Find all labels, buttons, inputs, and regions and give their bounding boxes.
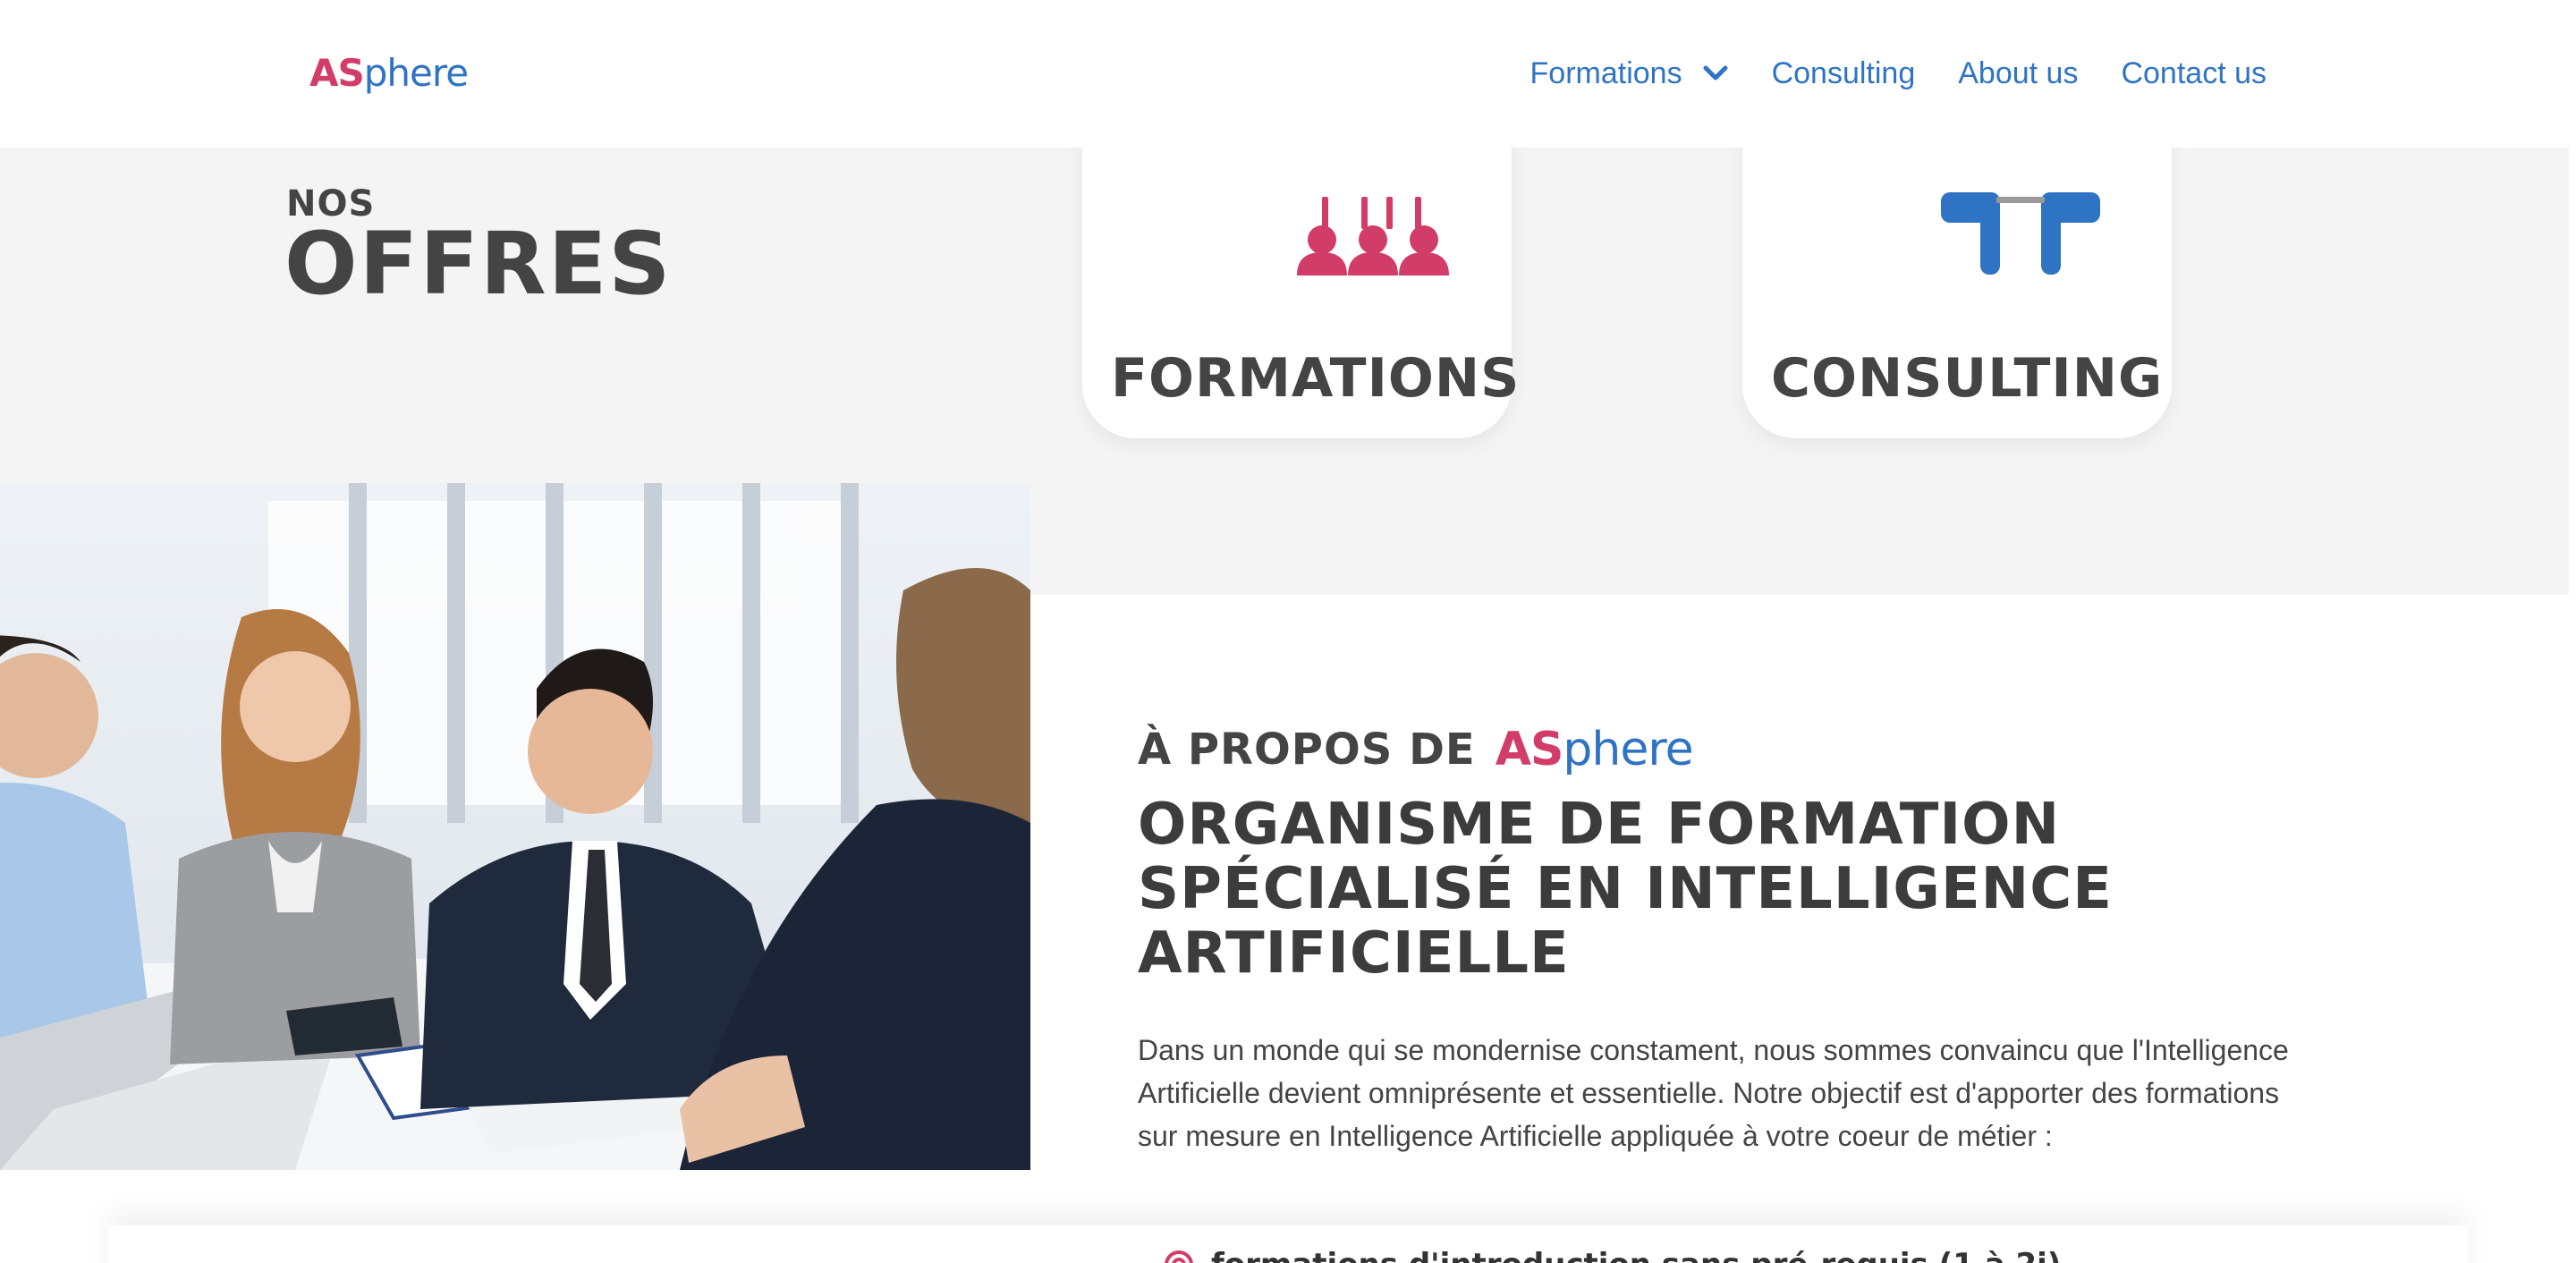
- about-logo-phere: phere: [1563, 723, 1693, 776]
- about-heading-prefix: À PROPOS DE: [1138, 725, 1476, 775]
- main-menu: Formations Consulting About us Contact u…: [1530, 52, 2267, 95]
- offer-card-consulting-label: CONSULTING: [1771, 347, 2164, 410]
- nav-item-about-label: About us: [1958, 56, 2079, 90]
- offer-card-formations-label: FORMATIONS: [1111, 347, 1521, 410]
- logo-as-text: AS: [309, 51, 365, 95]
- page-scrollbar[interactable]: [2569, 0, 2576, 1263]
- consulting-icon: [1941, 192, 2100, 275]
- nav-item-formations[interactable]: Formations: [1530, 52, 1729, 95]
- about-logo-as: AS: [1495, 723, 1564, 776]
- about-logo: ASphere: [1495, 723, 1694, 776]
- logo-phere-text: phere: [363, 51, 469, 95]
- chevron-down-icon[interactable]: [1702, 64, 1729, 82]
- nav-item-contact-label: Contact us: [2121, 56, 2267, 90]
- nav-item-consulting-label: Consulting: [1771, 56, 1916, 90]
- about-heading: À PROPOS DE ASphere: [1138, 723, 1694, 776]
- nav-item-contact[interactable]: Contact us: [2121, 52, 2267, 95]
- team-meeting-photo: [0, 483, 1030, 1170]
- about-title: ORGANISME DE FORMATION SPÉCIALISÉ EN INT…: [1138, 792, 2113, 987]
- navbar: ASphere Formations Consulting About us C…: [0, 0, 2576, 148]
- nav-item-consulting[interactable]: Consulting: [1772, 52, 1916, 95]
- features-list-item: formations d'introduction sans pré-requi…: [1163, 1247, 2061, 1263]
- about-description: Dans un monde qui se mondernise constame…: [1138, 1034, 2289, 1152]
- nav-item-about[interactable]: About us: [1958, 52, 2078, 95]
- nav-item-formations-label: Formations: [1530, 56, 1682, 90]
- features-list-item-text: formations d'introduction sans pré-requi…: [1211, 1247, 2061, 1263]
- offer-card-formations[interactable]: FORMATIONS: [1082, 98, 1519, 438]
- offer-card-consulting[interactable]: CONSULTING: [1742, 98, 2172, 438]
- site-logo[interactable]: ASphere: [309, 50, 469, 97]
- offers-title-large: OFFRES: [284, 214, 673, 314]
- training-people-icon: [1297, 197, 1449, 275]
- spiral-bullet-icon: [1165, 1250, 1193, 1263]
